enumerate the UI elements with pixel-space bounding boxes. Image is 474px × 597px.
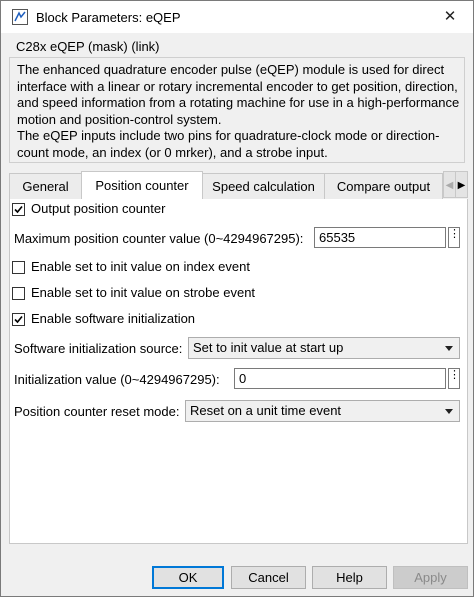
tab-label: General (22, 179, 69, 194)
software-init-row: Enable software initialization (10, 309, 467, 333)
init-value-row: Initialization value (0~4294967295): 0 ⋮ (10, 368, 467, 392)
chevron-down-icon (445, 409, 453, 414)
block-icon (12, 9, 28, 25)
init-on-index-label: Enable set to init value on index event (31, 259, 250, 274)
max-position-input[interactable]: 65535 (314, 227, 446, 248)
reset-mode-value: Reset on a unit time event (190, 403, 342, 418)
output-position-counter-checkbox[interactable] (12, 203, 25, 216)
output-position-counter-label: Output position counter (31, 201, 166, 216)
cancel-button[interactable]: Cancel (231, 566, 306, 589)
init-source-label: Software initialization source: (14, 341, 183, 356)
init-on-index-checkbox[interactable] (12, 261, 25, 274)
mask-title: C28x eQEP (mask) (link) (16, 39, 160, 54)
init-value-input[interactable]: 0 (234, 368, 446, 389)
chevron-left-icon: ◀ (445, 180, 454, 191)
tab-position-counter[interactable]: Position counter (81, 171, 203, 200)
max-position-row: Maximum position counter value (0~429496… (10, 227, 467, 251)
init-on-strobe-label: Enable set to init value on strobe event (31, 285, 256, 300)
init-value-more-button[interactable]: ⋮ (448, 368, 460, 389)
help-button[interactable]: Help (312, 566, 387, 589)
tab-label: Position counter (95, 178, 189, 193)
tab-general[interactable]: General (9, 173, 82, 199)
init-source-row: Software initialization source: Set to i… (10, 337, 467, 361)
reset-mode-dropdown[interactable]: Reset on a unit time event (185, 400, 460, 422)
chevron-right-icon: ▶ (457, 180, 466, 191)
tab-label: Compare output (336, 179, 431, 194)
block-parameters-dialog: Block Parameters: eQEP ✕ C28x eQEP (mask… (0, 0, 474, 597)
init-value-label: Initialization value (0~4294967295): (14, 372, 220, 387)
tab-compare-output[interactable]: Compare output (324, 173, 443, 199)
more-icon: ⋮ (449, 228, 460, 240)
window-title: Block Parameters: eQEP (36, 10, 181, 25)
chevron-down-icon (445, 346, 453, 351)
init-on-index-row: Enable set to init value on index event (10, 257, 467, 281)
tab-speed-calculation[interactable]: Speed calculation (202, 173, 325, 199)
close-button[interactable]: ✕ (427, 1, 473, 33)
apply-button[interactable]: Apply (393, 566, 468, 589)
init-on-strobe-row: Enable set to init value on strobe event (10, 283, 467, 307)
position-counter-panel: Output position counter Maximum position… (9, 199, 468, 544)
tab-bar: General Position counter Speed calculati… (9, 171, 468, 200)
output-position-counter-row: Output position counter (10, 199, 467, 223)
checkmark-icon (14, 315, 23, 324)
checkmark-icon (14, 205, 23, 214)
init-on-strobe-checkbox[interactable] (12, 287, 25, 300)
more-icon: ⋮ (449, 369, 460, 381)
description-text: The enhanced quadrature encoder pulse (e… (17, 62, 460, 160)
software-init-checkbox[interactable] (12, 313, 25, 326)
reset-mode-row: Position counter reset mode: Reset on a … (10, 400, 467, 424)
tab-label: Speed calculation (212, 179, 315, 194)
max-position-label: Maximum position counter value (0~429496… (14, 231, 304, 246)
reset-mode-label: Position counter reset mode: (14, 404, 180, 419)
title-bar: Block Parameters: eQEP ✕ (1, 1, 473, 33)
tab-scroll-right-button[interactable]: ▶ (455, 171, 468, 198)
description-box: The enhanced quadrature encoder pulse (e… (9, 57, 465, 163)
init-source-dropdown[interactable]: Set to init value at start up (188, 337, 460, 359)
init-source-value: Set to init value at start up (193, 340, 344, 355)
max-position-more-button[interactable]: ⋮ (448, 227, 460, 248)
software-init-label: Enable software initialization (31, 311, 196, 326)
ok-button[interactable]: OK (152, 566, 224, 589)
